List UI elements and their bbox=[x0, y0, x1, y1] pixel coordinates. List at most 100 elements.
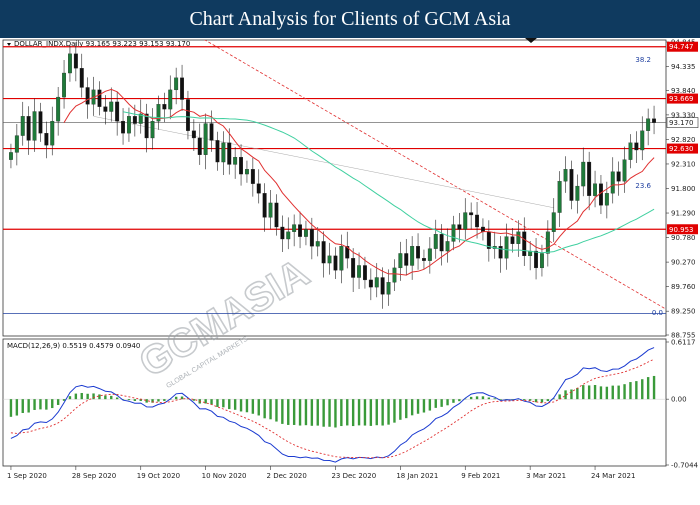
candle[interactable] bbox=[62, 60, 66, 109]
candle[interactable] bbox=[463, 198, 468, 240]
candle[interactable] bbox=[280, 215, 285, 253]
candle[interactable] bbox=[244, 160, 249, 183]
candle[interactable] bbox=[622, 146, 627, 193]
candle[interactable] bbox=[451, 215, 456, 251]
ma-slow-line[interactable] bbox=[122, 111, 655, 254]
candle[interactable] bbox=[68, 45, 72, 82]
candle[interactable] bbox=[492, 231, 497, 259]
candle[interactable] bbox=[250, 157, 255, 197]
candle[interactable] bbox=[534, 238, 538, 280]
candle[interactable] bbox=[345, 231, 350, 269]
candle[interactable] bbox=[191, 119, 196, 151]
candle[interactable] bbox=[339, 234, 344, 284]
candle[interactable] bbox=[315, 226, 320, 257]
candle[interactable] bbox=[516, 220, 521, 257]
candle[interactable] bbox=[109, 87, 114, 122]
candle[interactable] bbox=[640, 116, 645, 161]
candle[interactable] bbox=[233, 147, 238, 179]
candle[interactable] bbox=[38, 102, 43, 142]
candle[interactable] bbox=[197, 123, 202, 165]
candle[interactable] bbox=[646, 108, 651, 146]
candle[interactable] bbox=[121, 108, 125, 145]
candle[interactable] bbox=[557, 171, 562, 227]
candle[interactable] bbox=[410, 236, 415, 280]
candle[interactable] bbox=[368, 268, 373, 301]
candle[interactable] bbox=[427, 237, 432, 274]
candle[interactable] bbox=[392, 259, 397, 291]
candle[interactable] bbox=[486, 220, 491, 262]
candle[interactable] bbox=[386, 269, 391, 306]
candle[interactable] bbox=[445, 228, 450, 263]
candle[interactable] bbox=[433, 219, 438, 259]
candle[interactable] bbox=[439, 224, 444, 266]
candle[interactable] bbox=[593, 170, 597, 208]
candle[interactable] bbox=[262, 183, 267, 232]
candle[interactable] bbox=[321, 231, 326, 278]
candle[interactable] bbox=[156, 95, 161, 130]
candle[interactable] bbox=[563, 156, 568, 193]
candle[interactable] bbox=[416, 233, 420, 270]
candle[interactable] bbox=[551, 198, 556, 242]
candle[interactable] bbox=[8, 143, 13, 169]
candle[interactable] bbox=[286, 217, 291, 250]
candle[interactable] bbox=[303, 220, 308, 246]
candle[interactable] bbox=[26, 106, 31, 155]
candle[interactable] bbox=[510, 227, 515, 253]
candle[interactable] bbox=[652, 105, 656, 135]
candle[interactable] bbox=[298, 211, 302, 249]
candle[interactable] bbox=[457, 213, 462, 243]
candle[interactable] bbox=[14, 124, 19, 166]
candle[interactable] bbox=[203, 113, 208, 170]
candle[interactable] bbox=[256, 169, 261, 204]
candle[interactable] bbox=[469, 202, 474, 230]
candle[interactable] bbox=[215, 131, 220, 171]
candle[interactable] bbox=[239, 144, 243, 186]
price-chart[interactable]: DOLLAR_INDX,Daily 93.165 93.223 93.153 9… bbox=[0, 38, 700, 500]
candle[interactable] bbox=[545, 220, 550, 267]
candle[interactable] bbox=[103, 95, 108, 125]
candle[interactable] bbox=[587, 151, 592, 211]
candle[interactable] bbox=[20, 101, 25, 146]
candle[interactable] bbox=[357, 252, 361, 290]
macd-main-line[interactable] bbox=[10, 347, 655, 463]
candle[interactable] bbox=[380, 267, 385, 309]
macd-signal-line[interactable] bbox=[10, 358, 655, 459]
candle[interactable] bbox=[498, 236, 503, 273]
candle[interactable] bbox=[221, 131, 226, 176]
candle[interactable] bbox=[144, 103, 149, 153]
candle[interactable] bbox=[616, 161, 621, 196]
candle[interactable] bbox=[522, 217, 527, 266]
candle[interactable] bbox=[581, 147, 586, 197]
candle[interactable] bbox=[634, 131, 639, 164]
candle[interactable] bbox=[150, 108, 155, 150]
candle[interactable] bbox=[351, 248, 356, 292]
candle[interactable] bbox=[292, 214, 297, 247]
candle[interactable] bbox=[421, 249, 426, 270]
dropdown-triangle-icon[interactable] bbox=[7, 43, 11, 46]
candle[interactable] bbox=[327, 242, 332, 275]
candle[interactable] bbox=[180, 64, 184, 112]
candle[interactable] bbox=[575, 174, 580, 214]
candle[interactable] bbox=[475, 201, 479, 239]
candle[interactable] bbox=[333, 247, 338, 279]
trend-line-secondary[interactable] bbox=[93, 116, 554, 208]
candle[interactable] bbox=[168, 75, 173, 120]
candle[interactable] bbox=[97, 81, 102, 116]
candle[interactable] bbox=[610, 157, 615, 204]
candle[interactable] bbox=[628, 134, 633, 169]
candle[interactable] bbox=[268, 189, 273, 229]
candle[interactable] bbox=[604, 181, 609, 219]
candle[interactable] bbox=[528, 240, 533, 271]
candle[interactable] bbox=[32, 98, 37, 152]
candle[interactable] bbox=[73, 42, 78, 82]
candle[interactable] bbox=[404, 239, 409, 276]
candle[interactable] bbox=[599, 175, 603, 214]
candle[interactable] bbox=[504, 223, 509, 270]
candle[interactable] bbox=[56, 86, 61, 136]
candle[interactable] bbox=[85, 77, 90, 119]
candle[interactable] bbox=[480, 218, 485, 241]
candle[interactable] bbox=[79, 53, 84, 98]
candle[interactable] bbox=[138, 99, 143, 134]
candle[interactable] bbox=[44, 121, 49, 159]
candle[interactable] bbox=[569, 160, 574, 210]
